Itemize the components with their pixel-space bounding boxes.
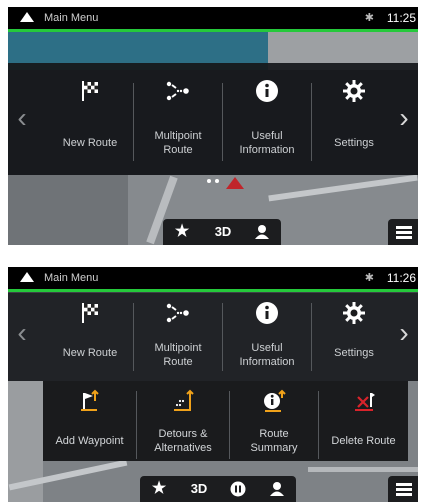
navigation-arrow-icon[interactable] [20,12,34,22]
menu-item-label: Multipoint Route [154,342,202,368]
menu-next-button[interactable]: › [390,293,418,381]
hamburger-menu-button[interactable] [388,219,418,245]
status-bar: Main Menu ✱ 11:26 [8,267,418,289]
menu-prev-button[interactable]: ‹ [8,293,36,381]
bottom-toolbar: ★ 3D [140,476,296,502]
menu-item-settings[interactable]: Settings [312,63,396,175]
pause-icon[interactable] [226,479,250,499]
status-title: Main Menu [44,12,99,24]
gear-icon [312,79,396,103]
detours-icon [137,389,229,413]
info-icon [223,301,311,325]
menu-prev-button[interactable]: ‹ [8,63,36,175]
menu-item-label: Settings [334,347,374,359]
menu-item-new-route[interactable]: New Route [48,63,132,175]
menu-item-settings[interactable]: Settings [312,293,396,381]
submenu-item-add-waypoint[interactable]: Add Waypoint [43,381,136,461]
hamburger-menu-button[interactable] [388,476,418,502]
menu-item-label: New Route [62,137,118,149]
favorites-star-icon[interactable]: ★ [169,222,195,242]
menu-next-button[interactable]: › [390,63,418,175]
status-bar: Main Menu ✱ 11:25 [8,7,418,29]
add-waypoint-icon [43,389,136,413]
submenu-item-delete-route[interactable]: Delete Route [319,381,408,461]
bottom-toolbar: ★ 3D [163,219,281,245]
main-menu-screen-2: Main Menu ✱ 11:26 ‹ New Route Multipoint… [8,267,418,502]
status-accent-bar [8,289,418,292]
status-time: 11:26 [386,271,416,285]
route-summary-icon [230,389,318,413]
main-menu-panel: ‹ New Route Multipoint Route Useful Info… [8,293,418,381]
status-time: 11:25 [386,11,416,25]
route-submenu-panel: Add Waypoint Detours & Alternatives Rout… [43,381,408,461]
user-profile-icon[interactable] [264,479,290,499]
menu-item-useful-information[interactable]: Useful Information [223,293,311,381]
bluetooth-icon: ✱ [364,12,374,24]
menu-item-new-route[interactable]: New Route [48,293,132,381]
submenu-item-detours-alternatives[interactable]: Detours & Alternatives [137,381,229,461]
status-title: Main Menu [44,272,99,284]
menu-item-multipoint-route[interactable]: Multipoint Route [134,293,222,381]
menu-item-label: New Route [62,347,118,359]
view-mode-button[interactable]: 3D [208,222,238,242]
multipoint-route-icon [134,301,222,325]
delete-route-icon [319,389,408,413]
menu-item-label: Useful Information [239,342,295,368]
page-indicator [8,170,418,188]
favorites-star-icon[interactable]: ★ [146,479,172,499]
view-mode-button[interactable]: 3D [184,479,214,499]
submenu-item-route-summary[interactable]: Route Summary [230,381,318,461]
main-menu-panel: ‹ New Route Multipoint Route Useful Info… [8,63,418,175]
menu-item-useful-information[interactable]: Useful Information [223,63,311,175]
navigation-arrow-icon[interactable] [20,272,34,282]
vehicle-position-icon [226,177,244,189]
bluetooth-icon: ✱ [364,272,374,284]
checkered-flag-icon [48,301,132,325]
gear-icon [312,301,396,325]
submenu-item-label: Add Waypoint [55,435,124,447]
main-menu-screen-1: Main Menu ✱ 11:25 ‹ New Route Multipoint… [8,7,418,245]
multipoint-route-icon [134,79,222,103]
info-icon [223,79,311,103]
menu-item-label: Useful Information [239,130,295,156]
status-accent-bar [8,29,418,32]
checkered-flag-icon [48,79,132,103]
menu-item-label: Settings [334,137,374,149]
submenu-item-label: Delete Route [331,435,396,447]
menu-item-multipoint-route[interactable]: Multipoint Route [134,63,222,175]
submenu-item-label: Detours & Alternatives [154,428,212,454]
menu-item-label: Multipoint Route [154,130,202,156]
submenu-item-label: Route Summary [250,428,298,454]
user-profile-icon[interactable] [249,222,275,242]
